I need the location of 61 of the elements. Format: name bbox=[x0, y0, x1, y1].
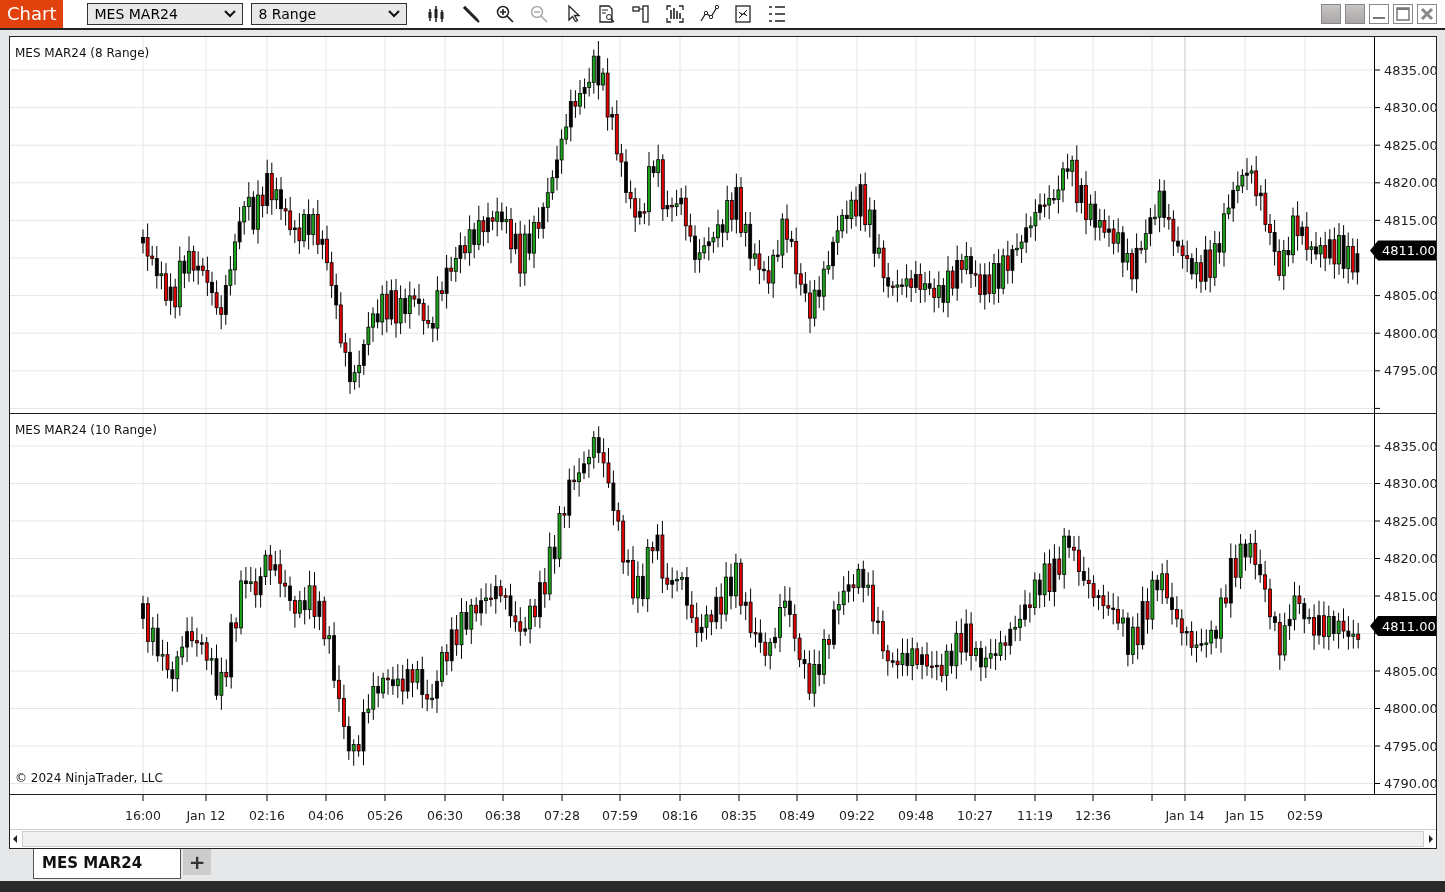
pane-title: MES MAR24 (10 Range) bbox=[15, 423, 157, 437]
last-price-badge: 4811.00 bbox=[1370, 240, 1436, 261]
app-title: Chart bbox=[0, 0, 64, 28]
time-axis-label: 02:59 bbox=[1287, 808, 1323, 823]
price-axis-label: 4830.00 bbox=[1384, 476, 1436, 491]
maximize-icon[interactable] bbox=[1393, 4, 1413, 24]
bar-type-dropdown[interactable]: 8 Range bbox=[251, 3, 408, 25]
price-axis-label: 4805.00 bbox=[1384, 663, 1436, 679]
time-axis-label: 07:59 bbox=[602, 808, 638, 823]
time-axis-label: 10:27 bbox=[957, 808, 993, 823]
price-axis-label: 4815.00 bbox=[1384, 212, 1436, 228]
caret-icon bbox=[388, 10, 401, 18]
minimize-icon[interactable] bbox=[1369, 4, 1389, 24]
time-axis-label: Jan 15 bbox=[1225, 808, 1265, 823]
horizontal-scrollbar[interactable] bbox=[22, 831, 1424, 847]
close-icon[interactable] bbox=[1417, 4, 1437, 24]
time-axis-label: 08:35 bbox=[721, 808, 757, 823]
time-axis-label: 09:22 bbox=[839, 808, 875, 823]
time-axis-label: 08:49 bbox=[779, 808, 815, 823]
price-axis-label: 4825.00 bbox=[1384, 513, 1436, 529]
price-axis-label: 4800.00 bbox=[1384, 701, 1436, 716]
scroll-right-icon[interactable] bbox=[1426, 833, 1436, 845]
line-nodes-icon[interactable] bbox=[699, 4, 720, 24]
chart-tab[interactable]: MES MAR24 bbox=[33, 849, 182, 879]
time-axis-label: 06:30 bbox=[427, 808, 463, 823]
time-axis-label: 09:48 bbox=[898, 808, 934, 823]
list-icon[interactable] bbox=[767, 4, 788, 24]
add-tab-button[interactable]: + bbox=[183, 849, 212, 875]
time-axis-label: Jan 12 bbox=[186, 808, 226, 823]
time-axis-label: 08:16 bbox=[662, 808, 698, 823]
price-axis-label: 4805.00 bbox=[1384, 288, 1436, 304]
time-axis-label: Jan 14 bbox=[1165, 808, 1205, 823]
document-chart-icon[interactable] bbox=[733, 4, 754, 24]
time-axis-label: 16:00 bbox=[125, 808, 161, 823]
price-axis-label: 4825.00 bbox=[1384, 137, 1436, 153]
caret-icon bbox=[224, 10, 237, 18]
time-axis-label: 07:28 bbox=[544, 808, 580, 823]
price-axis-label: 4795.00 bbox=[1384, 363, 1436, 379]
price-axis-label: 4820.00 bbox=[1384, 551, 1436, 566]
time-axis-label: 04:06 bbox=[308, 808, 344, 823]
zoom-in-icon[interactable] bbox=[495, 4, 516, 24]
price-axis-label: 4820.00 bbox=[1384, 175, 1436, 191]
pencil-icon[interactable] bbox=[461, 4, 482, 24]
time-axis-label: 06:38 bbox=[485, 808, 521, 823]
panel-layout-icon[interactable] bbox=[631, 4, 652, 24]
price-axis-label: 4815.00 bbox=[1384, 588, 1436, 604]
price-axis-label: 4800.00 bbox=[1384, 325, 1436, 341]
pane-title: MES MAR24 (8 Range) bbox=[15, 46, 150, 60]
time-axis-label: 12:36 bbox=[1075, 808, 1111, 823]
price-axis-label: 4830.00 bbox=[1384, 100, 1436, 116]
instrument-dropdown[interactable]: MES MAR24 bbox=[87, 3, 244, 25]
copyright-text: © 2024 NinjaTrader, LLC bbox=[15, 771, 163, 785]
time-axis-label: 05:26 bbox=[367, 808, 403, 823]
bar-chart-frame-icon[interactable] bbox=[665, 4, 686, 24]
price-axis-label: 4795.00 bbox=[1384, 738, 1436, 754]
last-price-badge: 4811.00 bbox=[1370, 616, 1436, 636]
price-axis-label: 4835.00 bbox=[1384, 438, 1436, 454]
price-axis-label: 4790.00 bbox=[1384, 776, 1436, 791]
time-axis-label: 02:16 bbox=[249, 808, 285, 823]
time-axis-label: 11:19 bbox=[1017, 808, 1053, 823]
price-axis-label: 4835.00 bbox=[1384, 62, 1436, 78]
